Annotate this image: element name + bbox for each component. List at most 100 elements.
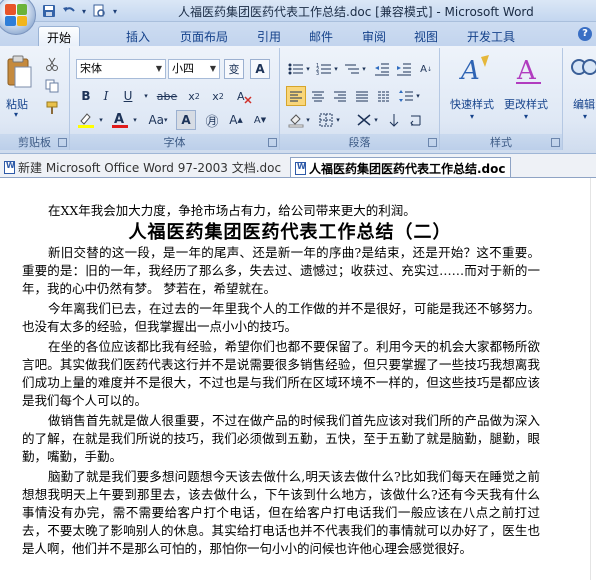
distributed-icon[interactable] (374, 86, 394, 106)
font-size-combo[interactable]: 小四 ▼ (168, 59, 220, 79)
quick-access-toolbar: ▾ ▾ (0, 0, 120, 35)
save-icon[interactable] (40, 2, 58, 20)
chinese-layout-dropdown-icon[interactable]: ▾ (372, 110, 380, 130)
bullets-dropdown-icon[interactable]: ▾ (304, 59, 312, 79)
subscript-icon[interactable]: x2 (184, 86, 204, 106)
styles-group-label: 样式 (440, 134, 562, 150)
highlight-dropdown-icon[interactable]: ▾ (96, 110, 106, 130)
tab-references[interactable]: 引用 (249, 26, 289, 46)
chinese-layout-icon[interactable] (354, 110, 374, 130)
paste-icon[interactable] (4, 54, 34, 90)
word-doc-icon (4, 161, 15, 174)
line-spacing-icon[interactable] (396, 86, 416, 106)
bold-icon[interactable]: B (76, 86, 96, 106)
svg-text:A: A (459, 56, 480, 86)
align-right-icon[interactable] (330, 86, 350, 106)
paste-dropdown-icon[interactable]: ▾ (14, 110, 18, 119)
change-case-icon[interactable]: Aa ▾ (144, 110, 172, 130)
line-spacing-dropdown-icon[interactable]: ▾ (414, 86, 422, 106)
numbering-dropdown-icon[interactable]: ▾ (332, 59, 340, 79)
font-launcher-icon[interactable] (268, 138, 277, 147)
character-shading-icon[interactable]: A (176, 110, 196, 130)
paragraph-5: 脑勤了就是我们要多想问题想今天该去做什么,明天该去做什么?比如我们每天在睡觉之前… (22, 469, 540, 556)
sort-text-icon[interactable] (384, 110, 404, 130)
shading-icon[interactable] (286, 110, 306, 130)
font-color-dropdown-icon[interactable]: ▾ (130, 110, 140, 130)
cut-icon[interactable] (42, 54, 62, 74)
format-painter-icon[interactable] (42, 98, 62, 118)
tab-page-layout[interactable]: 页面布局 (172, 26, 236, 46)
tab-review[interactable]: 审阅 (354, 26, 394, 46)
doc-tab-new[interactable]: 新建 Microsoft Office Word 97-2003 文档.doc (0, 157, 285, 177)
change-styles-label[interactable]: 更改样式 (504, 96, 548, 112)
font-color-icon[interactable]: A (110, 110, 130, 130)
change-styles-icon[interactable]: A (512, 52, 546, 88)
strikethrough-icon[interactable]: abe (154, 86, 180, 106)
clear-formatting-icon[interactable]: A (234, 86, 254, 106)
editing-dropdown-icon[interactable]: ▾ (583, 112, 587, 121)
paragraph-2: 今年离我们已去，在过去的一年里我个人的工作做的并不是很好，可能是我还不够努力。也… (22, 301, 540, 334)
enclose-characters-icon[interactable]: ㊊ (202, 110, 222, 130)
tab-home[interactable]: 开始 (38, 26, 81, 46)
chevron-down-icon[interactable]: ▼ (207, 60, 219, 78)
print-preview-icon[interactable] (90, 2, 108, 20)
tab-developer[interactable]: 开发工具 (459, 26, 523, 46)
multilevel-list-icon[interactable] (342, 59, 362, 79)
tab-insert[interactable]: 插入 (118, 26, 158, 46)
copy-icon[interactable] (42, 76, 62, 96)
doc-tab-label: 新建 Microsoft Office Word 97-2003 文档.doc (18, 161, 282, 175)
shrink-font-icon[interactable]: A ▼ (250, 110, 270, 130)
word-doc-icon (295, 162, 306, 175)
paragraph-launcher-icon[interactable] (428, 138, 437, 147)
align-left-icon[interactable] (286, 86, 306, 106)
document-page[interactable]: 在XX年我会加大力度，争抢市场占有力，给公司带来更大的利润。 人福医药集团医药代… (0, 178, 596, 580)
office-button[interactable] (0, 0, 38, 35)
increase-indent-icon[interactable] (394, 59, 414, 79)
sort-icon[interactable]: A ↓ (416, 59, 436, 79)
quick-styles-icon[interactable]: A (458, 52, 492, 88)
undo-dropdown-icon[interactable]: ▾ (80, 2, 88, 20)
decrease-indent-icon[interactable] (372, 59, 392, 79)
numbering-icon[interactable]: 123 (314, 59, 334, 79)
align-center-icon[interactable] (308, 86, 328, 106)
paragraph-1: 新旧交替的这一段，是一年的尾声、还是新一年的序曲?是结束，还是开始？这不重要。 … (22, 245, 540, 296)
svg-text:A: A (237, 90, 245, 103)
bullets-icon[interactable] (286, 59, 306, 79)
paragraph-group: ▾ 123 ▾ ▾ A ↓ ▾ ▾ ▾ ▾ 段落 (280, 48, 440, 150)
find-icon[interactable] (569, 54, 596, 86)
tab-view[interactable]: 视图 (406, 26, 446, 46)
superscript-icon[interactable]: x2 (208, 86, 228, 106)
svg-text:3: 3 (316, 71, 319, 76)
show-marks-icon[interactable] (406, 110, 426, 130)
clipboard-launcher-icon[interactable] (58, 138, 67, 147)
page-edge (590, 178, 591, 580)
underline-icon[interactable]: U (118, 86, 138, 106)
editing-label[interactable]: 编辑 (573, 96, 595, 112)
grow-font-icon[interactable]: A ▲ (226, 110, 246, 130)
borders-icon[interactable] (316, 110, 336, 130)
multilevel-dropdown-icon[interactable]: ▾ (360, 59, 368, 79)
quick-styles-dropdown-icon[interactable]: ▾ (470, 112, 474, 121)
undo-icon[interactable] (60, 2, 78, 20)
chevron-down-icon[interactable]: ▼ (153, 60, 165, 78)
borders-dropdown-icon[interactable]: ▾ (334, 110, 342, 130)
character-border-icon[interactable]: A (250, 59, 270, 79)
quick-styles-label[interactable]: 快速样式 (450, 96, 494, 112)
italic-icon[interactable]: I (96, 86, 116, 106)
customize-qat-icon[interactable]: ▾ (110, 2, 120, 20)
document-tab-bar: 新建 Microsoft Office Word 97-2003 文档.doc … (0, 154, 596, 178)
help-icon[interactable]: ? (578, 27, 592, 41)
doc-tab-active[interactable]: 人福医药集团医药代表工作总结.doc (290, 157, 511, 177)
change-styles-dropdown-icon[interactable]: ▾ (524, 112, 528, 121)
justify-icon[interactable] (352, 86, 372, 106)
ribbon-tab-row: 开始 插入 页面布局 引用 邮件 审阅 视图 开发工具 ? (0, 22, 596, 46)
paragraph-3: 在坐的各位应该都比我有经验，希望你们也都不要保留了。利用今天的机会大家都畅所欲言… (22, 339, 540, 408)
styles-launcher-icon[interactable] (551, 138, 560, 147)
highlight-color-icon[interactable] (76, 110, 96, 130)
office-logo-icon (5, 4, 27, 26)
underline-dropdown-icon[interactable]: ▾ (136, 86, 156, 106)
phonetic-guide-icon[interactable]: 变 (224, 59, 244, 79)
shading-dropdown-icon[interactable]: ▾ (304, 110, 312, 130)
tab-mailings[interactable]: 邮件 (301, 26, 341, 46)
font-name-combo[interactable]: 宋体 ▼ (76, 59, 166, 79)
